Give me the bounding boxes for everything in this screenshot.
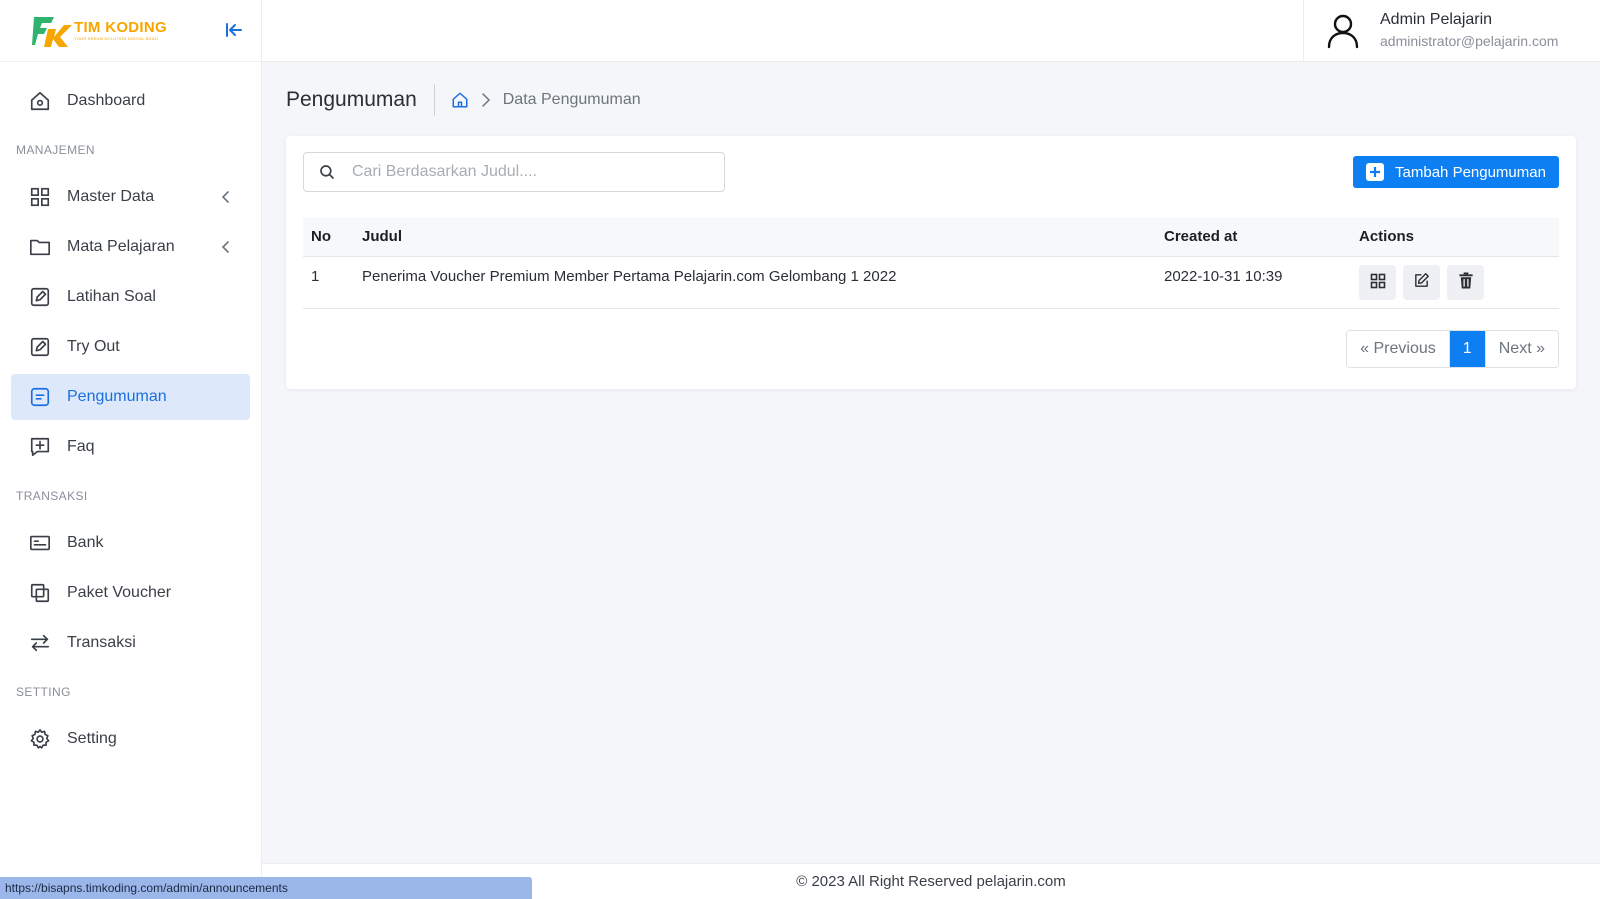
user-info: Admin Pelajarin administrator@pelajarin.…: [1380, 10, 1558, 52]
pagination: « Previous 1 Next »: [1346, 330, 1559, 368]
page-header: Pengumuman Data Pengumuman: [286, 84, 1576, 116]
announcements-card: Tambah Pengumuman No Judul Created at Ac…: [286, 136, 1576, 389]
bank-card-icon: [28, 531, 52, 555]
cell-no: 1: [303, 256, 354, 309]
trash-icon: [1458, 272, 1474, 292]
sidebar-item-faq[interactable]: Faq: [11, 424, 250, 470]
sidebar-item-latihan-soal[interactable]: Latihan Soal: [11, 274, 250, 320]
sidebar-item-label: Paket Voucher: [67, 584, 172, 601]
pagination-next[interactable]: Next »: [1484, 331, 1558, 367]
user-avatar-icon: [1326, 13, 1360, 49]
user-name: Admin Pelajarin: [1380, 11, 1493, 28]
message-plus-icon: [28, 435, 52, 459]
brand-logo-icon: [32, 15, 72, 47]
page-title: Pengumuman: [286, 84, 435, 116]
message-square-icon: [28, 385, 52, 409]
pagination-previous[interactable]: « Previous: [1347, 331, 1449, 367]
copy-icon: [28, 581, 52, 605]
sidebar-item-label: Try Out: [67, 338, 120, 355]
sidebar-item-paket-voucher[interactable]: Paket Voucher: [11, 570, 250, 616]
edit-button[interactable]: [1403, 264, 1440, 300]
section-label-manajemen: MANAJEMEN: [16, 143, 95, 157]
sidebar: TIM KODING YOUR DREAM SOLUTION DIGITAL B…: [0, 0, 262, 899]
grid-icon: [28, 185, 52, 209]
topbar: Admin Pelajarin administrator@pelajarin.…: [262, 0, 1600, 62]
sidebar-item-label: Master Data: [67, 188, 155, 205]
view-button[interactable]: [1359, 264, 1396, 300]
sidebar-item-try-out[interactable]: Try Out: [11, 324, 250, 370]
column-header-judul: Judul: [354, 218, 1156, 257]
row-actions: [1359, 264, 1559, 300]
sidebar-item-label: Transaksi: [67, 634, 136, 651]
search-icon: [318, 163, 336, 181]
arrows-swap-icon: [28, 631, 52, 655]
edit-square-icon: [28, 335, 52, 359]
grid-icon: [1370, 273, 1386, 292]
sidebar-item-label: Latihan Soal: [67, 288, 156, 305]
table-row: 1 Penerima Voucher Premium Member Pertam…: [303, 256, 1559, 309]
search-input[interactable]: [352, 163, 692, 181]
cell-judul: Penerima Voucher Premium Member Pertama …: [354, 256, 1156, 309]
status-bar-url: https://bisapns.timkoding.com/admin/anno…: [0, 877, 532, 899]
brand-text: TIM KODING YOUR DREAM SOLUTION DIGITAL B…: [74, 18, 167, 42]
collapse-sidebar-icon[interactable]: [222, 18, 246, 42]
sidebar-item-setting[interactable]: Setting: [11, 716, 250, 762]
column-header-created: Created at: [1156, 218, 1351, 257]
breadcrumb-current: Data Pengumuman: [502, 91, 641, 108]
pagination-page-current[interactable]: 1: [1448, 331, 1485, 367]
home-icon: [28, 89, 52, 113]
search-box: [303, 152, 725, 192]
edit-icon: [1413, 272, 1430, 292]
add-announcement-button[interactable]: Tambah Pengumuman: [1353, 156, 1559, 188]
sidebar-item-label: Mata Pelajaran: [67, 238, 175, 255]
cell-actions: [1351, 256, 1559, 309]
gear-icon: [28, 727, 52, 751]
brand-tagline: YOUR DREAM SOLUTION DIGITAL BUILD: [74, 35, 159, 41]
sidebar-item-label: Dashboard: [67, 92, 146, 109]
sidebar-item-mata-pelajaran[interactable]: Mata Pelajaran: [11, 224, 250, 270]
sidebar-item-dashboard[interactable]: Dashboard: [11, 78, 250, 124]
sidebar-item-transaksi[interactable]: Transaksi: [11, 620, 250, 666]
table-header-row: No Judul Created at Actions: [303, 218, 1559, 257]
section-label-transaksi: TRANSAKSI: [16, 489, 88, 503]
brand: TIM KODING YOUR DREAM SOLUTION DIGITAL B…: [0, 0, 261, 62]
add-announcement-label: Tambah Pengumuman: [1395, 163, 1546, 181]
sidebar-item-label: Setting: [67, 730, 117, 747]
delete-button[interactable]: [1447, 264, 1484, 300]
section-label-setting: SETTING: [16, 685, 71, 699]
chevron-right-icon: [479, 93, 493, 107]
user-menu[interactable]: Admin Pelajarin administrator@pelajarin.…: [1303, 0, 1600, 62]
sidebar-item-label: Faq: [67, 438, 95, 455]
main-content: Pengumuman Data Pengumuman Tambah Pengum…: [286, 84, 1576, 389]
column-header-actions: Actions: [1351, 218, 1559, 257]
breadcrumb: Data Pengumuman: [435, 91, 641, 109]
sidebar-item-label: Bank: [67, 534, 104, 551]
user-email: administrator@pelajarin.com: [1380, 33, 1559, 49]
brand-name: TIM KODING: [74, 18, 167, 36]
sidebar-item-master-data[interactable]: Master Data: [11, 174, 250, 220]
chevron-left-icon: [216, 187, 236, 207]
sidebar-item-pengumuman[interactable]: Pengumuman: [11, 374, 250, 420]
folder-icon: [28, 235, 52, 259]
edit-square-icon: [28, 285, 52, 309]
chevron-left-icon: [216, 237, 236, 257]
breadcrumb-home-icon[interactable]: [451, 91, 469, 109]
plus-square-icon: [1366, 163, 1385, 181]
sidebar-item-label: Pengumuman: [67, 388, 167, 405]
column-header-no: No: [303, 218, 354, 257]
sidebar-item-bank[interactable]: Bank: [11, 520, 250, 566]
announcements-table: No Judul Created at Actions 1 Penerima V…: [303, 218, 1559, 309]
cell-created: 2022-10-31 10:39: [1156, 256, 1351, 309]
